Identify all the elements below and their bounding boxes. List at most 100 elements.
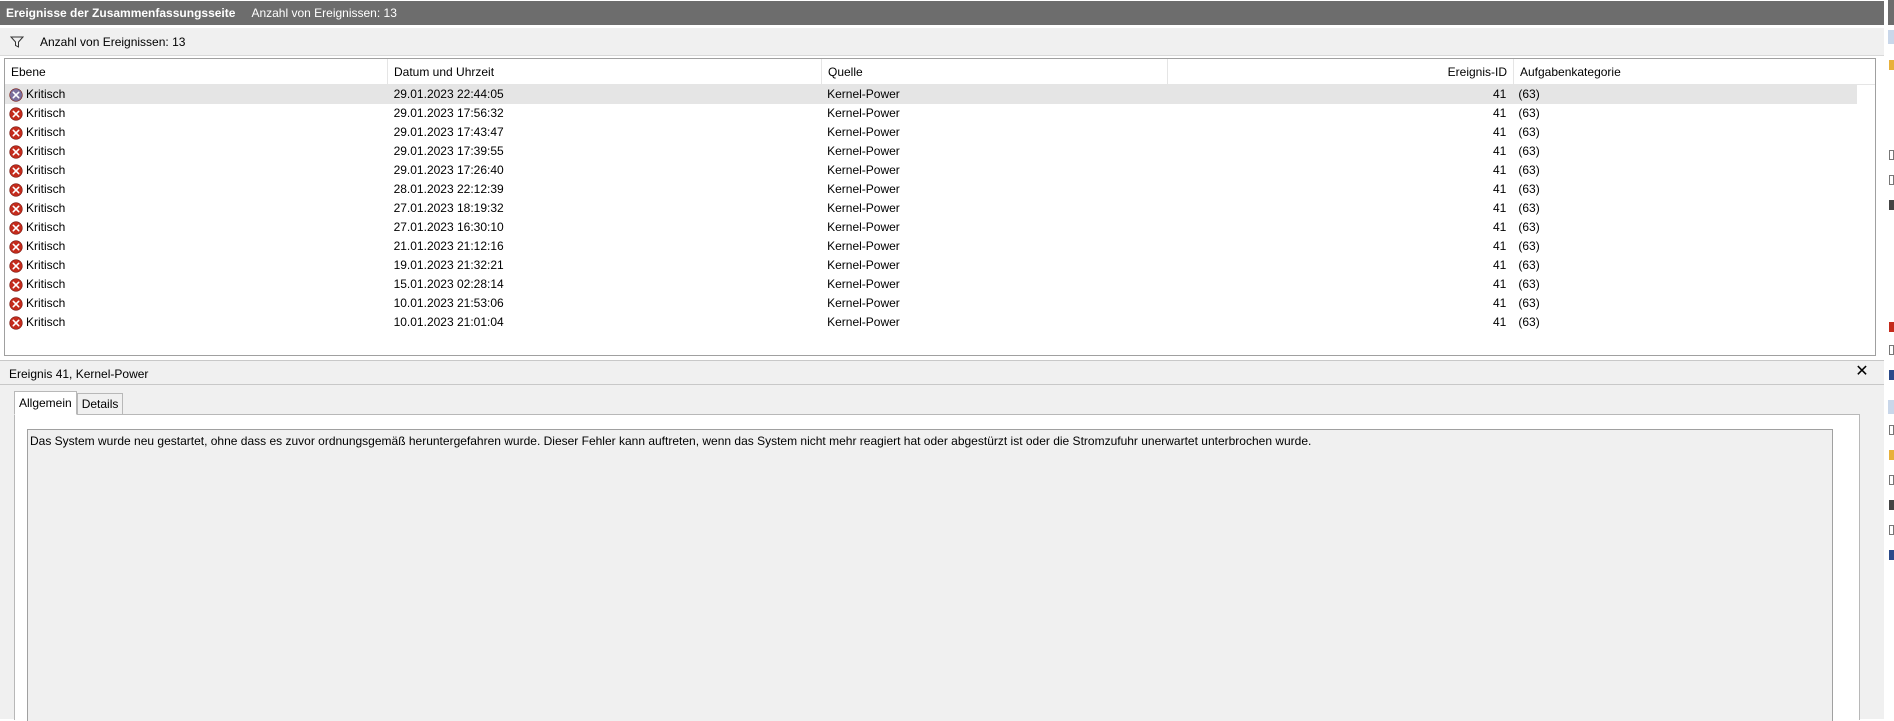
- detail-tabs: Allgemein Details: [14, 391, 124, 415]
- table-row[interactable]: Kritisch 29.01.2023 17:26:40 Kernel-Power 4…: [5, 161, 1857, 180]
- critical-error-icon: [9, 182, 23, 197]
- action-icon[interactable]: [1889, 525, 1894, 535]
- filter-icon[interactable]: [8, 33, 26, 51]
- cell-ebene: Kritisch: [5, 313, 388, 332]
- cell-ereignis-id: 41: [1493, 296, 1507, 310]
- cell-ebene: Kritisch: [5, 85, 388, 104]
- cell-ebene: Kritisch: [5, 294, 388, 313]
- level-label: Kritisch: [26, 277, 66, 291]
- title-event-count: Anzahl von Ereignissen: 13: [251, 6, 397, 20]
- level-label: Kritisch: [26, 106, 66, 120]
- cell-datum: 29.01.2023 17:26:40: [393, 163, 504, 177]
- cell-ebene: Kritisch: [5, 275, 388, 294]
- cell-ebene: Kritisch: [5, 237, 388, 256]
- cell-quelle: Kernel-Power: [827, 144, 900, 158]
- actions-section-header[interactable]: [1888, 400, 1894, 414]
- table-row[interactable]: Kritisch 29.01.2023 17:43:47 Kernel-Power 4…: [5, 123, 1857, 142]
- level-label: Kritisch: [26, 315, 66, 329]
- cell-aufgabenkategorie: (63): [1518, 125, 1540, 139]
- table-scroll-area: [1857, 85, 1875, 355]
- cell-quelle: Kernel-Power: [827, 239, 900, 253]
- action-icon[interactable]: [1889, 425, 1894, 435]
- cell-ebene: Kritisch: [5, 180, 388, 199]
- table-row[interactable]: Kritisch 29.01.2023 17:56:32 Kernel-Power 4…: [5, 104, 1857, 123]
- level-label: Kritisch: [26, 201, 66, 215]
- action-icon[interactable]: [1889, 150, 1894, 160]
- cell-quelle: Kernel-Power: [827, 220, 900, 234]
- cell-datum: 19.01.2023 21:32:21: [393, 258, 504, 272]
- table-row[interactable]: Kritisch 10.01.2023 21:53:06 Kernel-Power 4…: [5, 294, 1857, 313]
- cell-quelle: Kernel-Power: [827, 315, 900, 329]
- column-header-datum[interactable]: Datum und Uhrzeit: [388, 59, 822, 85]
- cell-aufgabenkategorie: (63): [1518, 315, 1540, 329]
- action-icon[interactable]: [1889, 322, 1894, 332]
- table-row[interactable]: Kritisch 15.01.2023 02:28:14 Kernel-Power 4…: [5, 275, 1857, 294]
- cell-datum: 10.01.2023 21:01:04: [393, 315, 504, 329]
- cell-datum: 29.01.2023 17:39:55: [393, 144, 504, 158]
- action-icon[interactable]: [1889, 345, 1894, 355]
- cell-quelle: Kernel-Power: [827, 201, 900, 215]
- cell-aufgabenkategorie: (63): [1518, 239, 1540, 253]
- cell-aufgabenkategorie: (63): [1518, 296, 1540, 310]
- detail-divider: [0, 384, 1884, 385]
- level-label: Kritisch: [26, 258, 66, 272]
- column-header-aufgabenkategorie[interactable]: Aufgabenkategorie: [1514, 59, 1859, 85]
- column-header-quelle[interactable]: Quelle: [822, 59, 1168, 85]
- critical-error-icon: [9, 220, 23, 235]
- cell-aufgabenkategorie: (63): [1518, 220, 1540, 234]
- cell-datum: 21.01.2023 21:12:16: [393, 239, 504, 253]
- action-icon[interactable]: [1889, 175, 1894, 185]
- cell-aufgabenkategorie: (63): [1518, 163, 1540, 177]
- column-header-ebene[interactable]: Ebene: [5, 59, 388, 85]
- filter-event-count: Anzahl von Ereignissen: 13: [40, 34, 186, 49]
- tab-allgemein[interactable]: Allgemein: [14, 391, 77, 415]
- cell-datum: 29.01.2023 17:43:47: [393, 125, 504, 139]
- cell-ebene: Kritisch: [5, 142, 388, 161]
- table-row[interactable]: Kritisch 21.01.2023 21:12:16 Kernel-Power 4…: [5, 237, 1857, 256]
- table-row[interactable]: Kritisch 29.01.2023 22:44:05 Kernel-Power 4…: [5, 85, 1857, 104]
- critical-error-icon: [9, 87, 23, 102]
- event-detail-pane: Ereignis 41, Kernel-Power ✕ Allgemein De…: [0, 360, 1884, 721]
- tab-panel-allgemein: Das System wurde neu gestartet, ohne das…: [14, 414, 1860, 721]
- critical-error-icon: [9, 201, 23, 216]
- table-row[interactable]: Kritisch 10.01.2023 21:01:04 Kernel-Power 4…: [5, 313, 1857, 332]
- cell-aufgabenkategorie: (63): [1518, 144, 1540, 158]
- action-icon[interactable]: [1889, 200, 1894, 210]
- cell-ereignis-id: 41: [1493, 182, 1507, 196]
- action-icon[interactable]: [1889, 550, 1894, 560]
- cell-datum: 10.01.2023 21:53:06: [393, 296, 504, 310]
- level-label: Kritisch: [26, 296, 66, 310]
- column-header-ereignis-id[interactable]: Ereignis-ID: [1168, 59, 1514, 85]
- action-icon[interactable]: [1889, 370, 1894, 380]
- table-row[interactable]: Kritisch 29.01.2023 17:39:55 Kernel-Power 4…: [5, 142, 1857, 161]
- cell-ereignis-id: 41: [1493, 258, 1507, 272]
- cell-ereignis-id: 41: [1493, 125, 1507, 139]
- table-row[interactable]: Kritisch 27.01.2023 18:19:32 Kernel-Power 4…: [5, 199, 1857, 218]
- cell-quelle: Kernel-Power: [827, 258, 900, 272]
- cell-ereignis-id: 41: [1493, 144, 1507, 158]
- table-row[interactable]: Kritisch 28.01.2023 22:12:39 Kernel-Power 4…: [5, 180, 1857, 199]
- critical-error-icon: [9, 296, 23, 311]
- detail-title: Ereignis 41, Kernel-Power: [9, 367, 149, 381]
- level-label: Kritisch: [26, 87, 66, 101]
- description-box[interactable]: Das System wurde neu gestartet, ohne das…: [27, 429, 1833, 721]
- table-row[interactable]: Kritisch 27.01.2023 16:30:10 Kernel-Power 4…: [5, 218, 1857, 237]
- cell-quelle: Kernel-Power: [827, 87, 900, 101]
- tab-details[interactable]: Details: [76, 393, 124, 415]
- table-header: Ebene Datum und Uhrzeit Quelle Ereignis-…: [5, 59, 1875, 85]
- cell-ereignis-id: 41: [1493, 163, 1507, 177]
- events-table[interactable]: Ebene Datum und Uhrzeit Quelle Ereignis-…: [4, 58, 1876, 356]
- cell-ereignis-id: 41: [1493, 277, 1507, 291]
- cell-ebene: Kritisch: [5, 256, 388, 275]
- action-icon[interactable]: [1889, 475, 1894, 485]
- action-icon[interactable]: [1889, 500, 1894, 510]
- cell-ebene: Kritisch: [5, 104, 388, 123]
- cell-datum: 27.01.2023 18:19:32: [393, 201, 504, 215]
- action-icon[interactable]: [1889, 60, 1894, 70]
- table-row[interactable]: Kritisch 19.01.2023 21:32:21 Kernel-Power 4…: [5, 256, 1857, 275]
- critical-error-icon: [9, 258, 23, 273]
- actions-section-header[interactable]: [1888, 30, 1894, 44]
- cell-quelle: Kernel-Power: [827, 125, 900, 139]
- action-icon[interactable]: [1889, 450, 1894, 460]
- close-icon[interactable]: ✕: [1854, 364, 1870, 380]
